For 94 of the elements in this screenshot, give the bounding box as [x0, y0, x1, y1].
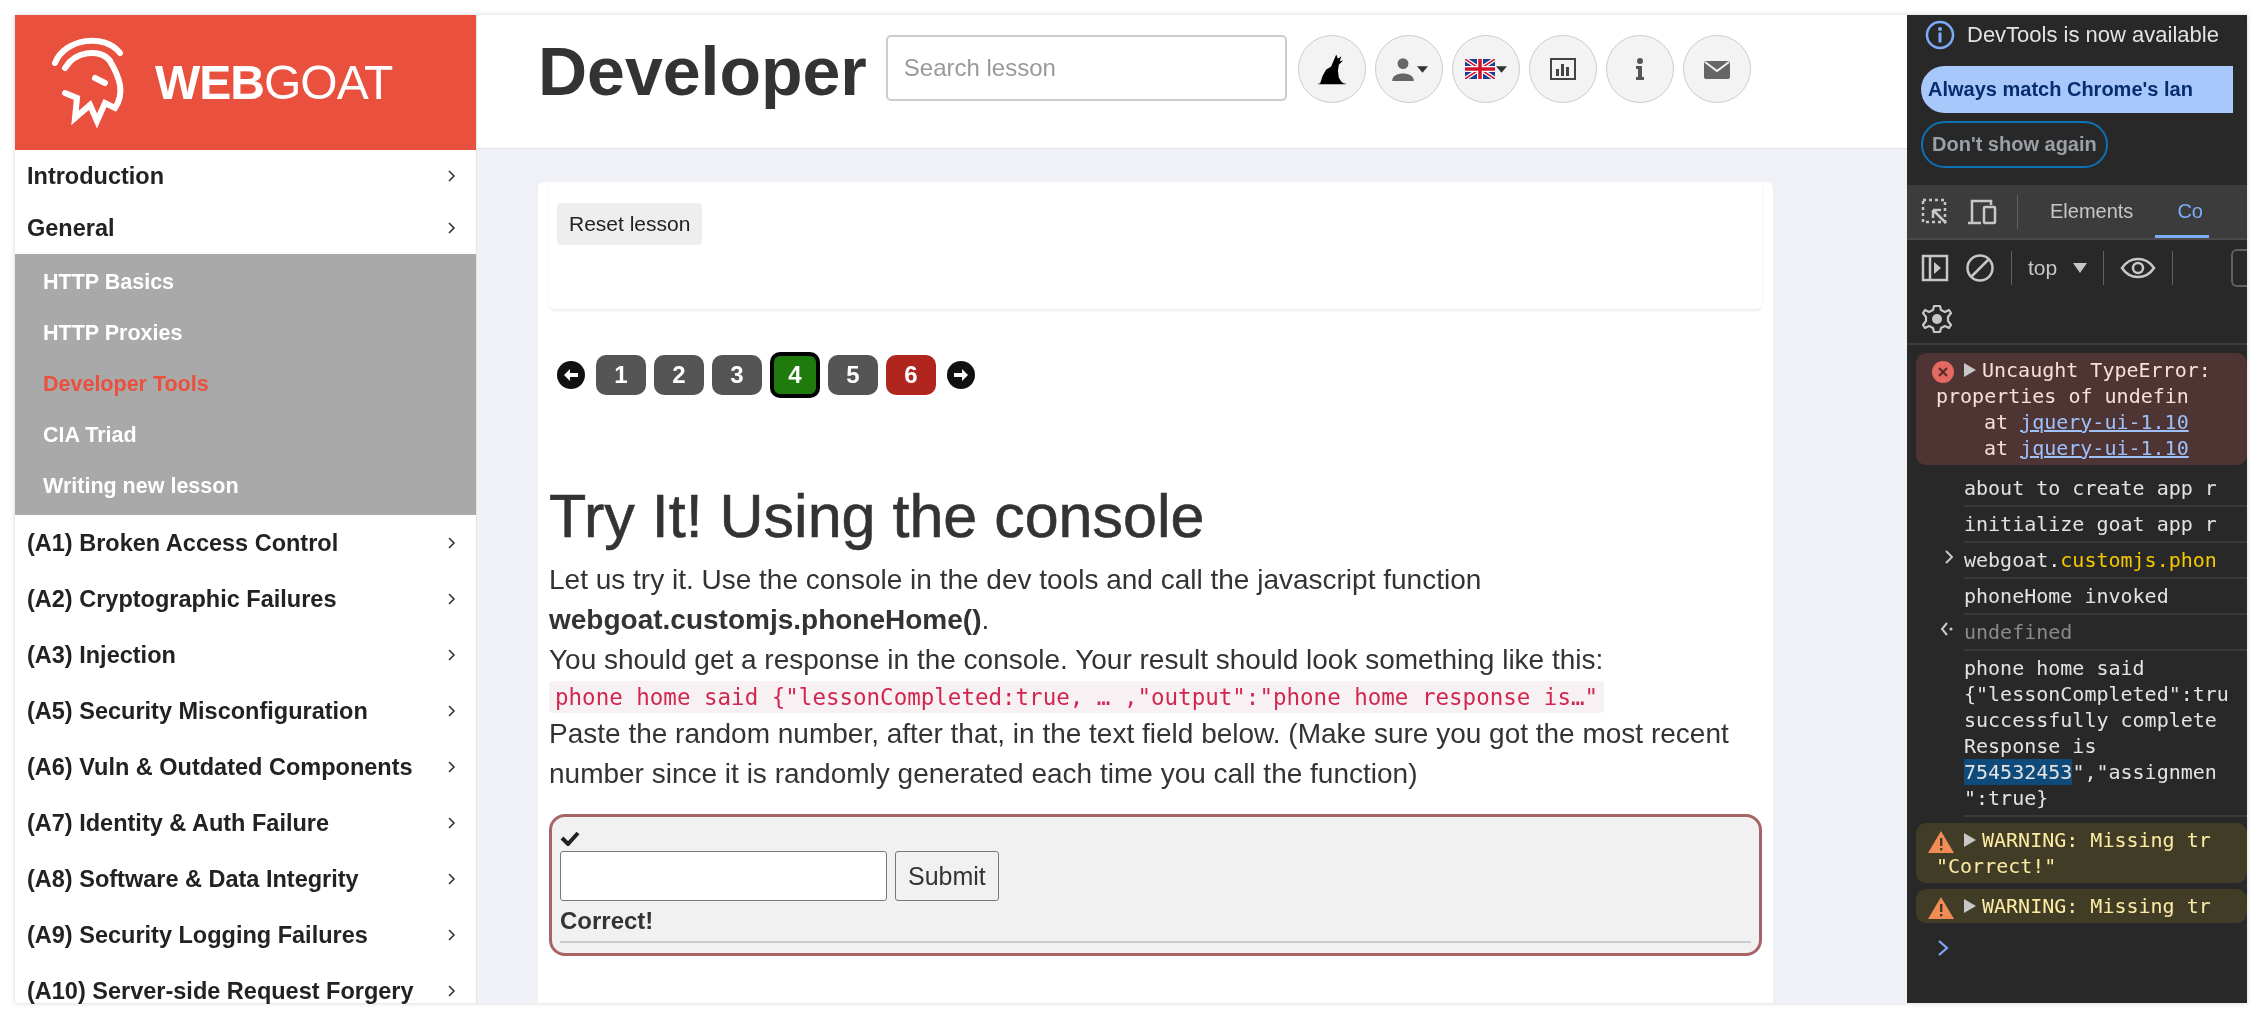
- input-chevron-icon: [1944, 550, 1954, 564]
- logo-banner[interactable]: WEBGOAT: [15, 15, 476, 150]
- sidebar-item[interactable]: (A7) Identity & Auth Failure: [15, 795, 476, 851]
- warning-icon: [1928, 897, 1954, 919]
- context-dropdown[interactable]: top: [2028, 255, 2088, 280]
- settings-icon[interactable]: [1922, 304, 1952, 334]
- error-icon: [1932, 361, 1954, 383]
- answer-field[interactable]: [560, 851, 887, 901]
- lesson-text: You should get a response in the console. Your result should look something like this:: [549, 643, 1605, 677]
- console-text: webgoat.customjs.phon: [1964, 547, 2218, 573]
- expand-triangle-icon[interactable]: [1964, 833, 1976, 847]
- chart-icon: [1549, 58, 1576, 80]
- submit-button[interactable]: Submit: [895, 851, 999, 901]
- feedback-text: Correct!: [560, 907, 655, 935]
- sidebar-item[interactable]: (A5) Security Misconfiguration: [15, 683, 476, 739]
- reset-lesson-button[interactable]: Reset lesson: [557, 203, 703, 245]
- code-sample: phone home said {"lessonCompleted:true, … ,"output":"phone home response is…": [549, 681, 1605, 713]
- console-text: phoneHome invoked: [1964, 583, 2170, 609]
- page-button[interactable]: 3: [712, 355, 762, 395]
- console-text: WARNING: Missing tr: [1964, 893, 2247, 919]
- file-link[interactable]: jquery-ui-1.10: [2020, 409, 2189, 435]
- device-icon[interactable]: [1967, 198, 1999, 225]
- chevron-icon: [446, 648, 456, 662]
- sidebar-item[interactable]: (A1) Broken Access Control: [15, 515, 476, 571]
- prompt-icon[interactable]: [1937, 939, 1949, 957]
- info-icon: [1634, 58, 1645, 80]
- sidebar-item[interactable]: (A10) Server-side Request Forgery: [15, 963, 476, 1019]
- page-button[interactable]: 2: [654, 355, 704, 395]
- devtools-tab[interactable]: Co: [2155, 185, 2209, 238]
- sidebar-item[interactable]: (A3) Injection: [15, 627, 476, 683]
- page-button[interactable]: 5: [828, 355, 878, 395]
- console-text: about to create app r: [1964, 475, 2218, 501]
- envelope-icon: [1703, 59, 1730, 79]
- result-arrow-icon: [1940, 622, 1954, 636]
- chevron-icon: [446, 704, 456, 718]
- flag-icon: [1464, 59, 1495, 79]
- lesson-heading: Try It! Using the console: [549, 484, 1206, 548]
- console-text: ":true}: [1964, 785, 2050, 811]
- sidebar-item[interactable]: Introduction: [15, 150, 476, 202]
- console-text: phone home said: [1964, 655, 2146, 681]
- warning-icon: [1928, 831, 1954, 853]
- inspect-icon[interactable]: [1921, 197, 1949, 226]
- console-text: properties of undefin: [1936, 383, 2190, 409]
- chevron-icon: [446, 760, 456, 774]
- console-text: at jquery-ui-1.10: [1983, 435, 2190, 461]
- page-button[interactable]: 1: [596, 355, 646, 395]
- user-icon: [1389, 56, 1416, 82]
- console-text: Uncaught TypeError:: [1964, 357, 2247, 383]
- console-text: at jquery-ui-1.10: [1983, 409, 2190, 435]
- devtools-tab[interactable]: Elements: [2028, 185, 2156, 238]
- chevron-icon: [446, 984, 456, 998]
- language-match-button[interactable]: Always match Chrome's lan: [1921, 66, 2233, 113]
- page-button[interactable]: 6: [886, 355, 936, 395]
- filter-field[interactable]: [2231, 248, 2247, 287]
- expand-triangle-icon[interactable]: [1964, 899, 1976, 913]
- chevron-icon: [446, 928, 456, 942]
- clear-console-icon[interactable]: [1965, 252, 1995, 283]
- sidebar-item[interactable]: (A6) Vuln & Outdated Components: [15, 739, 476, 795]
- caret-icon: [1416, 65, 1428, 73]
- search-field[interactable]: Search lesson: [885, 35, 1287, 101]
- sidebar-item[interactable]: General: [15, 202, 476, 254]
- dismiss-button[interactable]: Don't show again: [1921, 121, 2108, 168]
- eye-icon[interactable]: [2120, 255, 2157, 280]
- console-text: Response is: [1964, 733, 2098, 759]
- chevron-icon: [446, 169, 456, 183]
- expand-triangle-icon[interactable]: [1964, 363, 1976, 377]
- console-text: 754532453","assignmen: [1964, 759, 2218, 785]
- console-text: {"lessonCompleted":tru: [1964, 681, 2230, 707]
- console-text: undefined: [1964, 619, 2074, 645]
- file-link[interactable]: jquery-ui-1.10: [2020, 435, 2189, 461]
- sidebar-toggle-icon[interactable]: [1921, 253, 1949, 282]
- chevron-icon: [446, 536, 456, 550]
- sidebar-item[interactable]: (A2) Cryptographic Failures: [15, 571, 476, 627]
- chevron-icon: [446, 872, 456, 886]
- caret-icon: [1495, 65, 1507, 73]
- page-button[interactable]: 4: [770, 352, 820, 398]
- next-page-icon[interactable]: [947, 361, 975, 389]
- chevron-icon: [446, 221, 456, 235]
- notice-text: DevTools is now available: [1967, 22, 2219, 48]
- info-icon: [1925, 20, 1955, 50]
- dropdown-triangle-icon: [2073, 262, 2088, 273]
- lesson-text: Paste the random number, after that, in the text field below. (Make sure you got the most recent number since it is randomly generated each time you call the function): [549, 717, 1730, 791]
- console-text: successfully complete: [1964, 707, 2218, 733]
- console-text: initialize goat app r: [1964, 511, 2218, 537]
- console-text: "Correct!": [1936, 853, 2058, 879]
- previous-page-icon[interactable]: [557, 361, 585, 389]
- chevron-icon: [446, 592, 456, 606]
- sidebar-item[interactable]: (A8) Software & Data Integrity: [15, 851, 476, 907]
- lesson-text: Let us try it. Use the console in the dev tools and call the javascript function webgoat.customjs.phoneHome().: [549, 563, 1483, 637]
- console-text: WARNING: Missing tr: [1964, 827, 2247, 853]
- logo-text: WEBGOAT: [155, 55, 393, 110]
- sidebar-item[interactable]: (A9) Security Logging Failures: [15, 907, 476, 963]
- page-title: Developer: [538, 33, 867, 109]
- chevron-icon: [446, 816, 456, 830]
